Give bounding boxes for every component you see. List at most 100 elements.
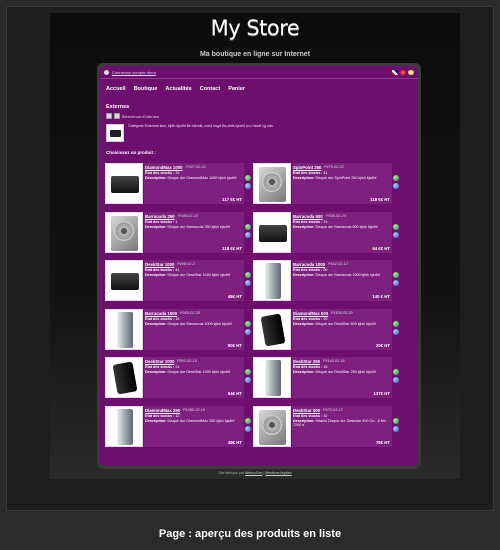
product-name[interactable]: DeskStar 1000 xyxy=(145,262,174,267)
product-name[interactable]: DiamondMax 500 xyxy=(293,311,328,316)
product-description: Description: Disque dur DiamondMax 250 k… xyxy=(145,419,241,423)
product-card[interactable]: DiamondMax 1000 P327-02-21 Etat des stoc… xyxy=(105,163,252,207)
product-stock: Etat des stocks : 39 xyxy=(293,317,327,321)
product-thumbnail[interactable] xyxy=(105,308,143,350)
product-name[interactable]: Barracuda 250 xyxy=(145,214,175,219)
product-card[interactable]: DeskStar 1000 P496-02-2 Etat des stocks … xyxy=(105,260,252,304)
product-thumbnail[interactable] xyxy=(105,405,143,447)
product-ref: P901-02-15 xyxy=(177,359,197,363)
product-card[interactable]: Barracuda 1000 P369-02-25 Etat des stock… xyxy=(105,308,252,353)
add-to-cart-icon[interactable] xyxy=(245,328,251,335)
view-details-icon[interactable] xyxy=(393,369,399,375)
product-image xyxy=(265,360,281,396)
nav-accueil[interactable]: Accueil xyxy=(106,86,126,92)
view-details-icon[interactable] xyxy=(245,417,251,424)
add-to-cart-icon[interactable] xyxy=(393,425,399,432)
product-card[interactable]: Barracuda 500 P336-02-24 Etat des stocks… xyxy=(253,211,400,256)
product-name[interactable]: DiamondMax 1000 xyxy=(145,165,183,170)
fr-flag-icon[interactable] xyxy=(400,69,406,75)
stock-value: 15 xyxy=(175,316,180,321)
product-price: 90€ HT xyxy=(227,342,242,348)
nav-actualites[interactable]: Actualités xyxy=(165,86,191,92)
product-thumbnail[interactable] xyxy=(105,163,143,204)
description-label: Description: xyxy=(145,418,167,423)
product-thumbnail[interactable] xyxy=(253,357,291,398)
view-details-icon[interactable] xyxy=(393,175,399,181)
view-details-icon[interactable] xyxy=(393,272,399,278)
add-to-cart-icon[interactable] xyxy=(245,425,251,432)
add-to-cart-icon[interactable] xyxy=(245,280,251,286)
product-card[interactable]: DiamondMax 250 P1490-02-19 Etat des stoc… xyxy=(105,405,252,450)
grid-view-icon[interactable] xyxy=(106,113,112,119)
add-to-cart-icon[interactable] xyxy=(245,183,251,189)
view-details-icon[interactable] xyxy=(393,320,399,327)
list-view-icon[interactable] xyxy=(114,113,120,119)
view-details-icon[interactable] xyxy=(393,417,399,424)
product-name[interactable]: Barracuda 500 xyxy=(293,214,323,219)
add-to-cart-icon[interactable] xyxy=(393,377,399,383)
uk-flag-icon[interactable] xyxy=(392,69,398,75)
product-thumbnail[interactable] xyxy=(105,211,143,253)
product-name[interactable]: DeskStar 500 xyxy=(293,408,320,413)
description-value: Disque dur DiamondMax 1000 kjlsh kjsdhf xyxy=(167,176,237,180)
product-description: Description: Disque dur Barracuda 500 kj… xyxy=(293,225,389,229)
add-to-cart-icon[interactable] xyxy=(245,377,251,383)
product-thumbnail[interactable] xyxy=(105,357,143,398)
view-details-icon[interactable] xyxy=(245,223,251,230)
footer-link-legal[interactable]: Mentions légales xyxy=(265,471,291,475)
product-name[interactable]: DiamondMax 250 xyxy=(145,408,180,413)
product-price: 118 €€ HT xyxy=(222,245,242,251)
product-name[interactable]: DeskStar 250 xyxy=(293,359,320,364)
product-thumbnail[interactable] xyxy=(253,260,291,301)
nav-panier[interactable]: Panier xyxy=(228,86,245,92)
footer-link-author[interactable]: WebsoGen xyxy=(245,471,262,475)
stock-value: 1 xyxy=(175,219,178,224)
product-info: DiamondMax 250 P1490-02-19 Etat des stoc… xyxy=(144,405,244,447)
product-info: DeskStar 250 P1140-02-16 Etat des stocks… xyxy=(292,357,392,398)
view-details-icon[interactable] xyxy=(393,223,399,230)
product-name[interactable]: DeskStar 1000 xyxy=(145,359,174,364)
product-image xyxy=(259,224,287,242)
product-image xyxy=(260,312,286,347)
product-card[interactable]: SpinPoint 250 P470-02-22 Etat des stocks… xyxy=(253,163,400,207)
nav-boutique[interactable]: Boutique xyxy=(134,86,158,92)
view-details-icon[interactable] xyxy=(245,320,251,327)
product-description: Description: Disque dur Barracuda 1000 k… xyxy=(293,273,389,277)
login-link[interactable]: Connexion compte client xyxy=(112,70,156,75)
stock-value: 39 xyxy=(323,316,328,321)
product-thumbnail[interactable] xyxy=(253,405,291,447)
nav-contact[interactable]: Contact xyxy=(200,86,220,92)
product-stock: Etat des stocks : 50 xyxy=(293,268,327,272)
stock-value: 32 xyxy=(323,413,328,418)
product-card[interactable]: DeskStar 250 P1140-02-16 Etat des stocks… xyxy=(253,357,400,401)
view-details-icon[interactable] xyxy=(245,272,251,278)
stock-label: Etat des stocks : xyxy=(145,365,175,369)
product-thumbnail[interactable] xyxy=(253,308,291,350)
product-actions xyxy=(245,369,252,385)
add-to-cart-icon[interactable] xyxy=(393,328,399,335)
breadcrumb-text[interactable]: Bienvenue>Externes xyxy=(122,114,159,119)
product-card[interactable]: DiamondMax 500 P1105-02-20 Etat des stoc… xyxy=(253,308,400,353)
product-thumbnail[interactable] xyxy=(253,211,291,253)
product-card[interactable]: Barracuda 250 P345-02-23 Etat des stocks… xyxy=(105,211,252,256)
product-thumbnail[interactable] xyxy=(253,163,291,204)
product-name[interactable]: Barracuda 1000 xyxy=(293,262,325,267)
add-to-cart-icon[interactable] xyxy=(393,183,399,189)
product-card[interactable]: Barracuda 1000 P162-02-12 Etat des stock… xyxy=(253,260,400,304)
product-card[interactable]: DeskStar 500 P470-03-17 Etat des stocks … xyxy=(253,405,400,450)
product-name[interactable]: SpinPoint 250 xyxy=(293,165,321,170)
product-thumbnail[interactable] xyxy=(105,260,143,301)
view-details-icon[interactable] xyxy=(245,369,251,375)
add-to-cart-icon[interactable] xyxy=(393,231,399,238)
product-actions xyxy=(393,417,400,434)
product-card[interactable]: DeskStar 1000 P901-02-15 Etat des stocks… xyxy=(105,357,252,401)
add-to-cart-icon[interactable] xyxy=(393,280,399,286)
info-icon[interactable] xyxy=(408,69,414,75)
product-name[interactable]: Barracuda 1000 xyxy=(145,311,177,316)
view-details-icon[interactable] xyxy=(245,175,251,181)
description-label: Description: xyxy=(293,224,315,229)
add-to-cart-icon[interactable] xyxy=(245,231,251,238)
product-actions xyxy=(393,272,400,288)
product-info: DiamondMax 1000 P327-02-21 Etat des stoc… xyxy=(144,163,244,204)
product-price: 118 €€ HT xyxy=(370,197,390,202)
